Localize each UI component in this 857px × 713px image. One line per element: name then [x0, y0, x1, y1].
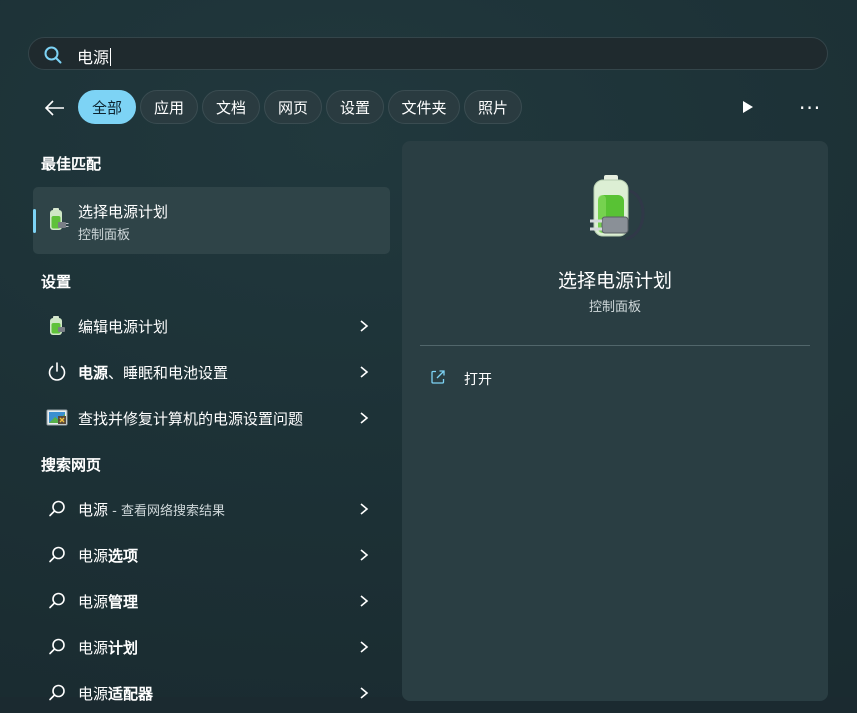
- power-icon: [48, 362, 66, 381]
- search-icon: [49, 638, 65, 655]
- battery-power-icon: [590, 175, 645, 241]
- web-result-item[interactable]: 电源计划: [33, 627, 390, 667]
- best-match-heading: 最佳匹配: [41, 155, 102, 173]
- detail-pane: 选择电源计划 控制面板 打开: [402, 141, 828, 701]
- tab-settings[interactable]: 设置: [326, 90, 384, 124]
- search-icon: [49, 592, 65, 609]
- web-result-item[interactable]: 电源选项: [33, 535, 390, 575]
- filter-tabs: 全部 应用 文档 网页 设置 文件夹 照片 ···: [0, 90, 857, 126]
- best-match-title: 选择电源计划: [78, 203, 169, 221]
- best-match-subtitle: 控制面板: [78, 228, 131, 243]
- settings-item-label: 查找并修复计算机的电源设置问题: [78, 410, 304, 428]
- tab-documents[interactable]: 文档: [202, 90, 260, 124]
- chevron-right-icon: [360, 366, 369, 378]
- play-more-tabs-icon[interactable]: [742, 100, 754, 114]
- web-result-item[interactable]: 电源适配器: [33, 673, 390, 713]
- troubleshooter-icon: [46, 409, 68, 426]
- search-web-heading: 搜索网页: [41, 456, 102, 474]
- divider: [420, 345, 810, 346]
- best-match-item[interactable]: 选择电源计划 控制面板: [33, 187, 390, 254]
- chevron-right-icon: [360, 412, 369, 424]
- chevron-right-icon: [360, 687, 369, 699]
- web-result-label: 电源适配器: [78, 685, 154, 703]
- search-icon: [49, 500, 65, 517]
- settings-item-label: 电源、睡眠和电池设置: [78, 364, 229, 382]
- search-icon: [49, 546, 65, 563]
- search-icon: [49, 684, 65, 701]
- selection-accent: [33, 209, 36, 233]
- tab-folders[interactable]: 文件夹: [388, 90, 460, 124]
- settings-item-label: 编辑电源计划: [78, 318, 169, 336]
- web-result-label: 电源 - 查看网络搜索结果: [78, 501, 225, 519]
- tab-apps[interactable]: 应用: [140, 90, 198, 124]
- text-caret: [110, 48, 112, 66]
- battery-power-icon: [50, 316, 65, 335]
- open-action-label: 打开: [464, 372, 492, 388]
- open-external-icon: [431, 370, 445, 384]
- battery-power-icon: [50, 208, 69, 230]
- web-result-label: 电源计划: [78, 639, 139, 657]
- chevron-right-icon: [360, 595, 369, 607]
- more-options-button[interactable]: ···: [799, 96, 821, 120]
- chevron-right-icon: [360, 549, 369, 561]
- web-result-item[interactable]: 电源管理: [33, 581, 390, 621]
- settings-item-troubleshoot-power[interactable]: 查找并修复计算机的电源设置问题: [33, 398, 390, 438]
- detail-subtitle: 控制面板: [588, 300, 641, 315]
- open-action[interactable]: 打开: [420, 363, 620, 393]
- web-result-label: 电源选项: [78, 547, 139, 565]
- search-box[interactable]: 电源: [28, 37, 828, 70]
- tab-web[interactable]: 网页: [264, 90, 322, 124]
- settings-item-power-sleep-battery[interactable]: 电源、睡眠和电池设置: [33, 352, 390, 392]
- settings-heading: 设置: [41, 273, 72, 291]
- tab-photos[interactable]: 照片: [464, 90, 522, 124]
- settings-item-edit-power-plan[interactable]: 编辑电源计划: [33, 306, 390, 346]
- search-input[interactable]: 电源: [77, 44, 112, 68]
- start-search-panel: 电源 全部 应用 文档 网页 设置 文件夹 照片 ··· 最佳匹配 选择电源计划: [0, 0, 857, 703]
- back-arrow-icon[interactable]: [42, 96, 68, 120]
- search-icon: [44, 46, 62, 64]
- chevron-right-icon: [360, 503, 369, 515]
- web-result-label: 电源管理: [78, 593, 139, 611]
- tab-all[interactable]: 全部: [78, 90, 136, 124]
- chevron-right-icon: [360, 320, 369, 332]
- web-result-item[interactable]: 电源 - 查看网络搜索结果: [33, 489, 390, 529]
- detail-title: 选择电源计划: [557, 270, 672, 292]
- chevron-right-icon: [360, 641, 369, 653]
